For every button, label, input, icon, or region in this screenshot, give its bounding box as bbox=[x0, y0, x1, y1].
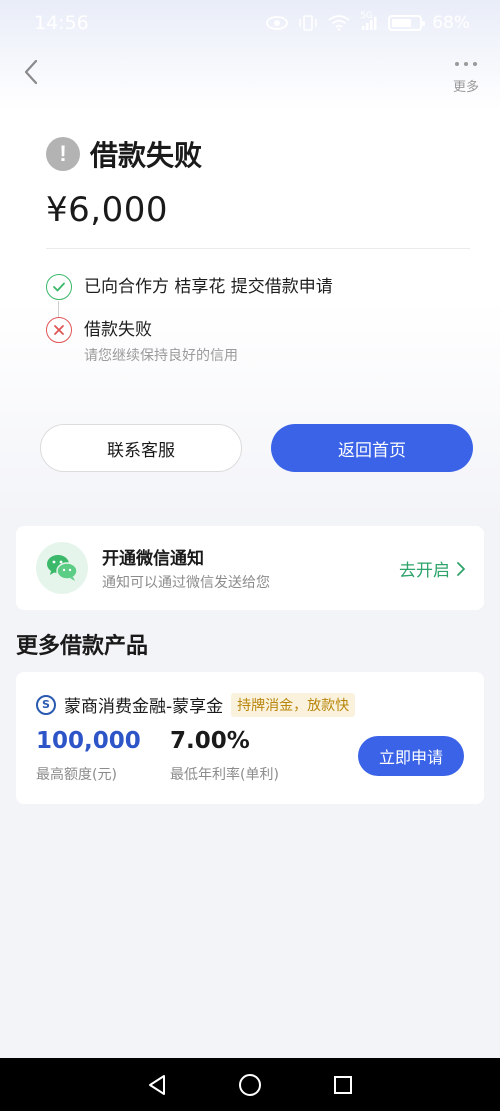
cellular-signal-icon: 5G bbox=[360, 11, 378, 31]
product-min-rate-label: 最低年利率(单利) bbox=[170, 767, 279, 783]
product-min-rate: 7.00% bbox=[170, 728, 250, 754]
more-products-title: 更多借款产品 bbox=[16, 634, 149, 659]
battery-icon bbox=[388, 15, 426, 31]
product-tag: 持牌消金，放款快 bbox=[231, 692, 356, 717]
more-button[interactable]: 更多 bbox=[448, 58, 484, 98]
enable-wechat-link[interactable]: 去开启 bbox=[399, 556, 466, 581]
step-submitted: 已向合作方 桔享花 提交借款申请 bbox=[46, 274, 333, 300]
battery-percent: 68% bbox=[432, 13, 470, 33]
nav-back-button[interactable] bbox=[144, 1072, 170, 1098]
chevron-right-icon bbox=[457, 561, 465, 576]
contact-service-button[interactable]: 联系客服 bbox=[40, 424, 242, 472]
result-header: ! 借款失败 bbox=[46, 134, 202, 174]
system-nav-bar bbox=[0, 1058, 500, 1111]
nav-home-button[interactable] bbox=[237, 1072, 263, 1098]
vibrate-icon bbox=[298, 15, 318, 31]
divider bbox=[46, 248, 470, 249]
back-button[interactable] bbox=[18, 58, 46, 86]
step-failed: 借款失败 请您继续保持良好的信用 bbox=[46, 317, 238, 365]
loan-amount: ¥6,000 bbox=[46, 190, 168, 230]
product-name: 蒙商消费金融-蒙享金 bbox=[64, 697, 224, 717]
back-home-button[interactable]: 返回首页 bbox=[271, 424, 473, 472]
nav-recents-button[interactable] bbox=[330, 1072, 356, 1098]
triangle-back-icon bbox=[148, 1074, 165, 1095]
result-title: 借款失败 bbox=[90, 139, 203, 172]
square-recents-icon bbox=[334, 1075, 353, 1094]
more-dots-icon bbox=[448, 58, 484, 70]
network-type: 5G bbox=[360, 11, 373, 21]
product-card[interactable]: S 蒙商消费金融-蒙享金 持牌消金，放款快 100,000 最高额度(元) 7.… bbox=[16, 672, 484, 804]
status-time: 14:56 bbox=[34, 12, 89, 34]
step-sublabel: 请您继续保持良好的信用 bbox=[84, 348, 238, 364]
step-label: 借款失败 bbox=[84, 320, 152, 340]
step-label: 已向合作方 桔享花 提交借款申请 bbox=[84, 277, 333, 297]
eye-icon bbox=[266, 16, 289, 30]
status-icons: 5G 68% bbox=[266, 11, 470, 33]
status-bar: 14:56 5G 68% bbox=[0, 0, 500, 46]
error-x-icon bbox=[46, 317, 72, 343]
product-max-amount-label: 最高额度(元) bbox=[36, 767, 117, 783]
wechat-notify-card: 开通微信通知 通知可以通过微信发送给您 去开启 bbox=[16, 526, 484, 610]
wechat-notify-subtitle: 通知可以通过微信发送给您 bbox=[102, 575, 270, 591]
nav-bar: 更多 bbox=[0, 50, 500, 100]
wechat-notify-title: 开通微信通知 bbox=[102, 549, 204, 569]
back-arrow-icon bbox=[24, 59, 38, 85]
product-logo-icon: S bbox=[36, 694, 56, 715]
warning-icon: ! bbox=[46, 137, 80, 171]
wechat-icon bbox=[36, 542, 88, 594]
product-max-amount: 100,000 bbox=[36, 728, 141, 754]
wifi-icon bbox=[328, 15, 350, 31]
apply-now-button[interactable]: 立即申请 bbox=[358, 736, 464, 776]
battery-level-fill bbox=[392, 19, 412, 27]
product-header: S 蒙商消费金融-蒙享金 持牌消金，放款快 bbox=[36, 692, 356, 717]
check-icon bbox=[46, 274, 72, 300]
enable-label: 去开启 bbox=[399, 561, 450, 581]
more-label: 更多 bbox=[452, 80, 479, 95]
circle-home-icon bbox=[238, 1073, 261, 1096]
